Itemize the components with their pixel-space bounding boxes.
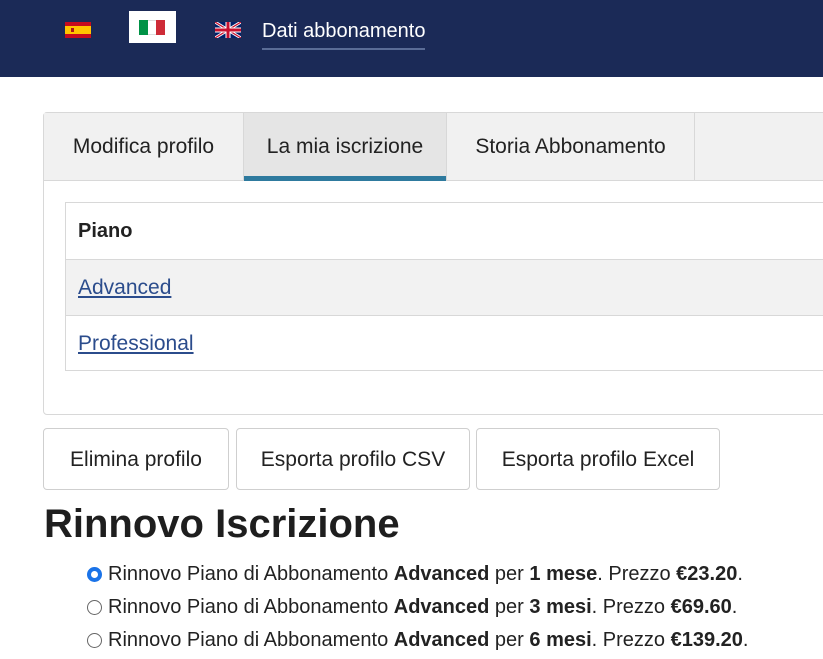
option-text: Rinnovo Piano di Abbonamento Advanced pe… xyxy=(108,563,743,585)
delete-profile-button[interactable]: Elimina profilo xyxy=(43,428,229,490)
nav-link-dati-abbonamento[interactable]: Dati abbonamento xyxy=(262,20,426,50)
radio-button[interactable] xyxy=(87,567,102,582)
option-text: Rinnovo Piano di Abbonamento Advanced pe… xyxy=(108,629,749,651)
radio-button[interactable] xyxy=(87,633,102,648)
table-header-piano: Piano xyxy=(66,203,823,260)
plan-table: Piano Advanced Professional xyxy=(65,202,823,371)
table-row: Advanced xyxy=(66,260,823,316)
tab-la-mia-iscrizione[interactable]: La mia iscrizione xyxy=(244,113,447,181)
export-csv-button[interactable]: Esporta profilo CSV xyxy=(236,428,470,490)
renewal-heading: Rinnovo Iscrizione xyxy=(44,502,400,546)
top-navbar: Dati abbonamento xyxy=(0,0,823,77)
renewal-option[interactable]: Rinnovo Piano di Abbonamento Advanced pe… xyxy=(87,629,748,652)
option-text: Rinnovo Piano di Abbonamento Advanced pe… xyxy=(108,596,738,618)
tab-modifica-profilo[interactable]: Modifica profilo xyxy=(44,113,244,180)
tab-bar: Modifica profilo La mia iscrizione Stori… xyxy=(44,113,823,181)
italy-flag-icon xyxy=(139,20,166,35)
spain-flag-icon[interactable] xyxy=(65,22,91,38)
tab-storia-abbonamento[interactable]: Storia Abbonamento xyxy=(447,113,695,180)
renewal-option[interactable]: Rinnovo Piano di Abbonamento Advanced pe… xyxy=(87,563,743,586)
export-excel-button[interactable]: Esporta profilo Excel xyxy=(476,428,720,490)
plan-link-advanced[interactable]: Advanced xyxy=(78,276,171,299)
table-row: Professional xyxy=(66,316,823,372)
plan-link-professional[interactable]: Professional xyxy=(78,332,194,355)
italy-flag-selected[interactable] xyxy=(129,11,176,43)
profile-tabs-card: Modifica profilo La mia iscrizione Stori… xyxy=(43,112,823,415)
renewal-option[interactable]: Rinnovo Piano di Abbonamento Advanced pe… xyxy=(87,596,737,619)
uk-flag-icon[interactable] xyxy=(215,22,241,38)
radio-button[interactable] xyxy=(87,600,102,615)
